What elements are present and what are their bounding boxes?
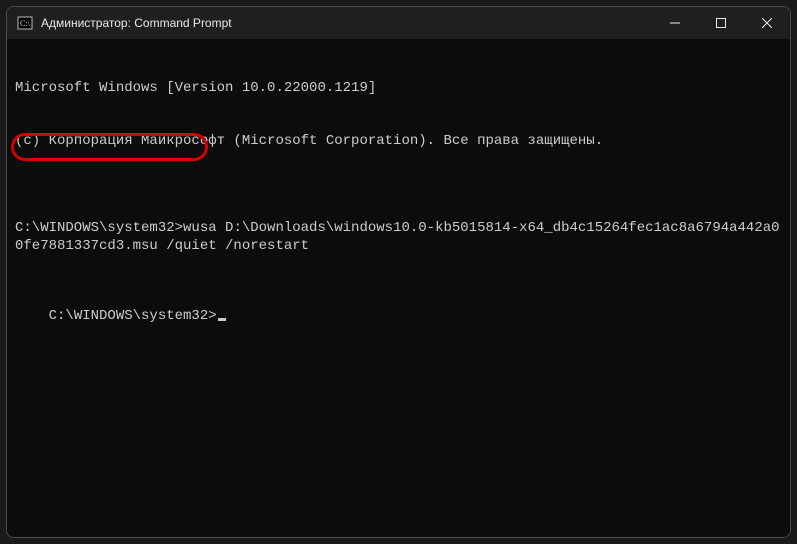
- command-prompt-window: C:\ Администратор: Command Prompt Micros…: [6, 6, 791, 538]
- terminal-output[interactable]: Microsoft Windows [Version 10.0.22000.12…: [7, 39, 790, 537]
- window-controls: [652, 7, 790, 39]
- app-icon: C:\: [17, 15, 33, 31]
- copyright-line: (c) Корпорация Майкрософт (Microsoft Cor…: [15, 133, 782, 151]
- close-button[interactable]: [744, 7, 790, 39]
- cursor-icon: [218, 318, 226, 321]
- minimize-button[interactable]: [652, 7, 698, 39]
- titlebar[interactable]: C:\ Администратор: Command Prompt: [7, 7, 790, 39]
- maximize-button[interactable]: [698, 7, 744, 39]
- version-line: Microsoft Windows [Version 10.0.22000.12…: [15, 80, 782, 98]
- svg-text:C:\: C:\: [20, 19, 31, 28]
- command-line: C:\WINDOWS\system32>wusa D:\Downloads\wi…: [15, 220, 782, 255]
- prompt-text: C:\WINDOWS\system32>: [15, 220, 183, 236]
- current-prompt-line: C:\WINDOWS\system32>: [49, 308, 226, 324]
- window-title: Администратор: Command Prompt: [41, 16, 652, 30]
- prompt-text: C:\WINDOWS\system32>: [49, 308, 217, 324]
